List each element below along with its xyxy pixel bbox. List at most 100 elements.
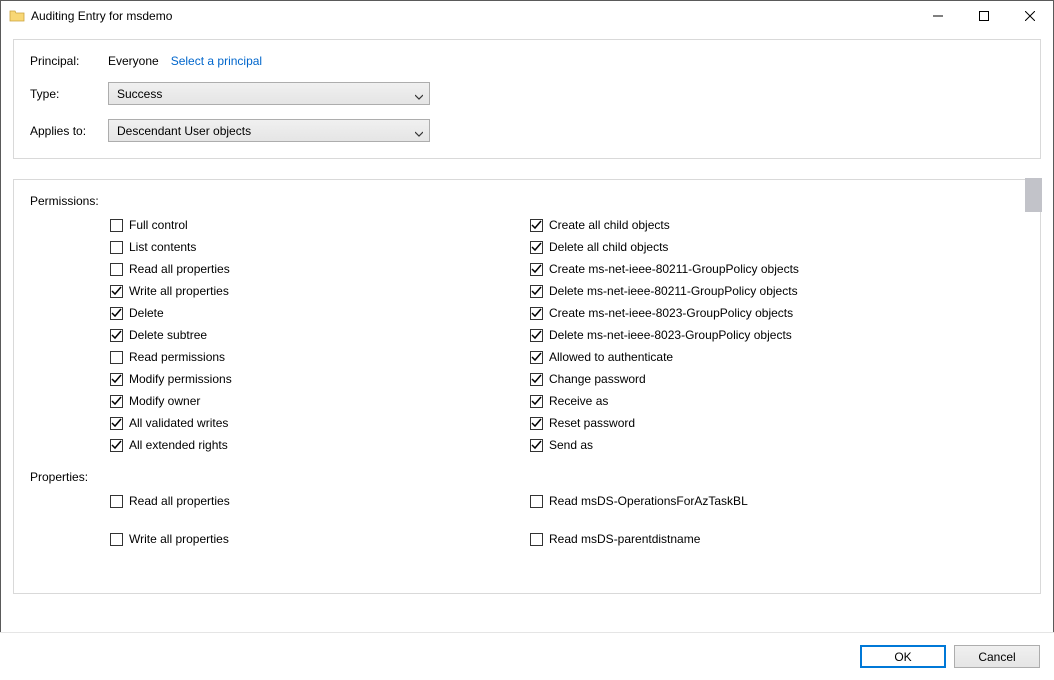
type-row: Type: Success [30,82,1024,105]
checkbox-row: Change password [530,372,950,386]
checkbox-row: Read msDS-parentdistname [530,532,950,546]
checkbox[interactable] [110,417,123,430]
applies-row: Applies to: Descendant User objects [30,119,1024,142]
checkbox[interactable] [530,373,543,386]
properties-left-column: Read all properties Write all properties [110,494,530,546]
principal-value: Everyone [108,54,159,68]
checkbox-row: Read all properties [110,494,530,508]
checkbox-row: Create all child objects [530,218,950,232]
checkbox-label: All validated writes [129,416,228,430]
checkbox-label: Modify permissions [129,372,232,386]
checkbox-row: Allowed to authenticate [530,350,950,364]
checkbox-row: Create ms-net-ieee-8023-GroupPolicy obje… [530,306,950,320]
applies-label: Applies to: [30,124,108,138]
checkbox-label: Read all properties [129,494,230,508]
scrollbar[interactable] [1025,178,1042,593]
minimize-button[interactable] [915,1,961,31]
checkbox-label: Write all properties [129,284,229,298]
permissions-panel: Permissions: Full controlList contentsRe… [13,179,1041,594]
checkbox-row: Write all properties [110,284,530,298]
checkbox-label: All extended rights [129,438,228,452]
chevron-down-icon [415,127,423,135]
select-principal-link[interactable]: Select a principal [171,54,262,68]
permissions-panel-wrap: Permissions: Full controlList contentsRe… [13,179,1041,594]
checkbox-label: Write all properties [129,532,229,546]
checkbox[interactable] [110,395,123,408]
checkbox[interactable] [530,241,543,254]
checkbox-row: Read all properties [110,262,530,276]
checkbox[interactable] [110,533,123,546]
checkbox-row: All validated writes [110,416,530,430]
checkbox[interactable] [110,241,123,254]
checkbox[interactable] [530,495,543,508]
checkbox[interactable] [530,533,543,546]
checkbox[interactable] [110,263,123,276]
checkbox[interactable] [530,395,543,408]
checkbox-row: Create ms-net-ieee-80211-GroupPolicy obj… [530,262,950,276]
checkbox-label: Create all child objects [549,218,670,232]
checkbox-row: Read msDS-OperationsForAzTaskBL [530,494,950,508]
properties-columns: Read all propertiesWrite all properties … [30,494,1024,546]
checkbox-row: Delete ms-net-ieee-80211-GroupPolicy obj… [530,284,950,298]
principal-label: Principal: [30,54,108,68]
permissions-right-column: Create all child objects Delete all child… [530,218,950,452]
checkbox-label: Create ms-net-ieee-80211-GroupPolicy obj… [549,262,799,276]
principal-row: Principal: Everyone Select a principal [30,54,1024,68]
checkbox[interactable] [110,351,123,364]
scrollbar-thumb[interactable] [1025,178,1042,212]
checkbox[interactable] [110,495,123,508]
applies-combo[interactable]: Descendant User objects [108,119,430,142]
checkbox-row: Read permissions [110,350,530,364]
checkbox[interactable] [530,329,543,342]
checkbox-label: Delete all child objects [549,240,668,254]
checkbox[interactable] [110,439,123,452]
checkbox[interactable] [530,307,543,320]
checkbox[interactable] [530,417,543,430]
permissions-columns: Full control List contents Read all proper… [30,218,1024,452]
checkbox-label: Receive as [549,394,608,408]
checkbox[interactable] [530,263,543,276]
cancel-button[interactable]: Cancel [954,645,1040,668]
checkbox-label: Read permissions [129,350,225,364]
checkbox[interactable] [110,219,123,232]
checkbox-row: List contents [110,240,530,254]
content-area: Principal: Everyone Select a principal T… [1,31,1053,594]
type-combo-value: Success [117,87,162,101]
checkbox[interactable] [530,351,543,364]
folder-icon [9,8,25,24]
ok-button[interactable]: OK [860,645,946,668]
checkbox-row: Reset password [530,416,950,430]
properties-right-column: Read msDS-OperationsForAzTaskBL Read msDS… [530,494,950,546]
checkbox-label: Send as [549,438,593,452]
window-controls [915,1,1053,31]
type-combo[interactable]: Success [108,82,430,105]
applies-combo-value: Descendant User objects [117,124,251,138]
type-label: Type: [30,87,108,101]
footer: OK Cancel [0,632,1054,680]
checkbox-label: Allowed to authenticate [549,350,673,364]
chevron-down-icon [415,90,423,98]
checkbox-row: Delete ms-net-ieee-8023-GroupPolicy obje… [530,328,950,342]
checkbox-row: Delete subtree [110,328,530,342]
checkbox[interactable] [530,439,543,452]
checkbox-row: Modify permissions [110,372,530,386]
checkbox-label: Full control [129,218,188,232]
maximize-button[interactable] [961,1,1007,31]
checkbox-label: Reset password [549,416,635,430]
checkbox-row: Delete all child objects [530,240,950,254]
checkbox-row: Send as [530,438,950,452]
close-button[interactable] [1007,1,1053,31]
checkbox[interactable] [530,219,543,232]
checkbox[interactable] [110,285,123,298]
checkbox-label: List contents [129,240,196,254]
checkbox[interactable] [110,373,123,386]
checkbox-label: Read msDS-parentdistname [549,532,700,546]
checkbox-row: Write all properties [110,532,530,546]
principal-panel: Principal: Everyone Select a principal T… [13,39,1041,159]
checkbox-row: Delete [110,306,530,320]
checkbox[interactable] [110,307,123,320]
properties-section-label: Properties: [30,470,1024,484]
checkbox[interactable] [530,285,543,298]
checkbox[interactable] [110,329,123,342]
checkbox-row: All extended rights [110,438,530,452]
